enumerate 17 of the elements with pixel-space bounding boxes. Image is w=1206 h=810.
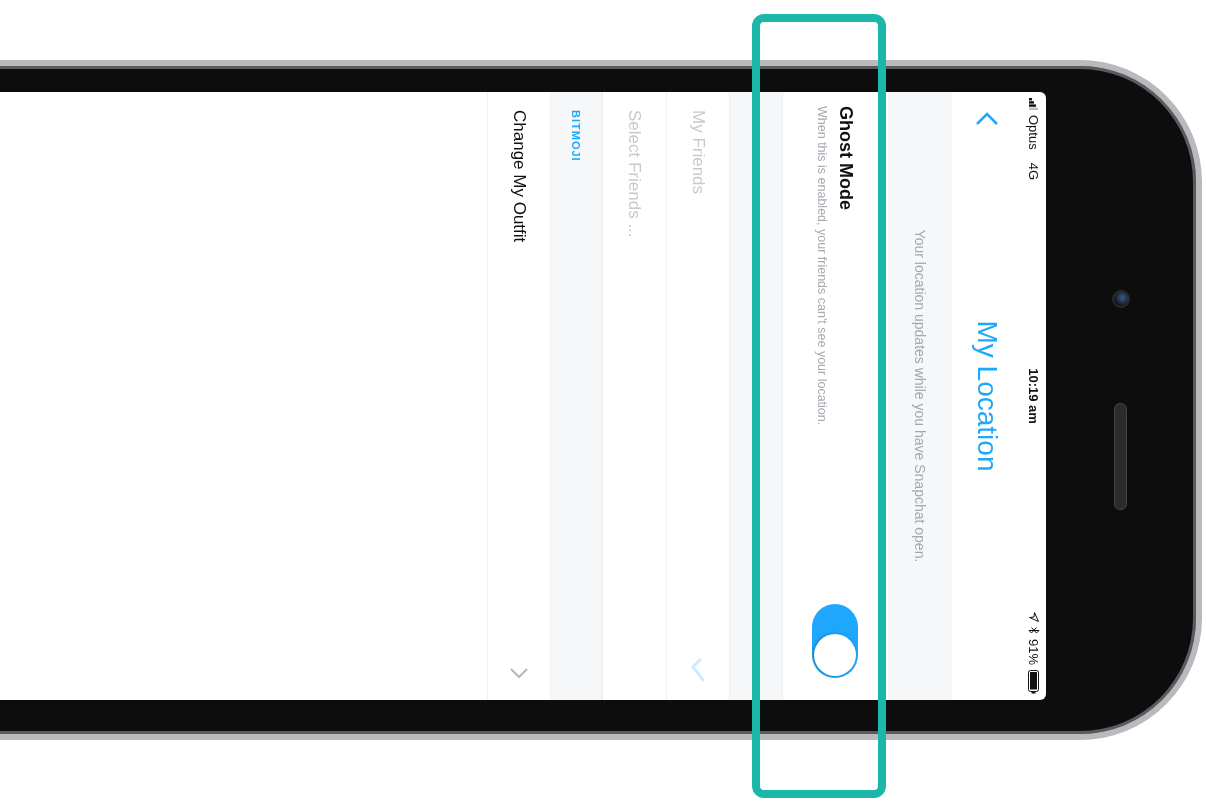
status-time: 10:19 am	[1026, 368, 1042, 424]
section-header: BITMOJI	[570, 110, 582, 162]
battery-percent: 91%	[1026, 638, 1042, 665]
ghost-mode-toggle[interactable]	[812, 604, 859, 678]
menu-row[interactable]: Change My Outfit	[487, 92, 550, 700]
back-chevron-icon[interactable]	[975, 112, 999, 126]
location-arrow-icon	[1029, 611, 1039, 622]
carrier-name: Optus	[1026, 115, 1042, 150]
network-type: 4G	[1026, 162, 1042, 181]
bluetooth-icon	[1028, 626, 1040, 634]
ghost-mode-description: When this is enabled, your friends can't see your location.	[815, 106, 829, 428]
page-title: My Location	[971, 319, 1003, 474]
camera-icon	[1112, 290, 1130, 308]
signal-icon	[1029, 98, 1039, 110]
battery-icon	[1028, 670, 1040, 694]
description-text: Your location updates while you have Snapchat open.	[888, 92, 952, 700]
ghost-mode-title: Ghost Mode	[835, 106, 856, 212]
